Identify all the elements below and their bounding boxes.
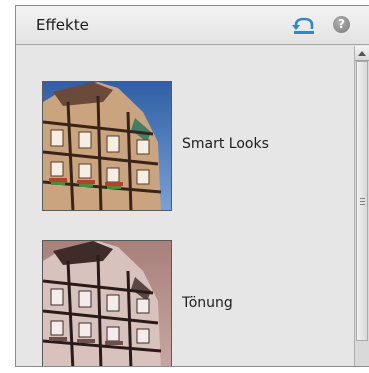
effects-list: Smart Looks Tönung bbox=[16, 46, 354, 366]
reset-arrow-icon bbox=[292, 17, 314, 34]
effect-label: Tönung bbox=[182, 295, 233, 311]
effects-panel: Effekte ? Smart Looks Tönung bbox=[15, 5, 369, 367]
grip-line bbox=[360, 198, 365, 199]
house-photo-icon bbox=[43, 82, 171, 210]
smart-looks-thumbnail bbox=[42, 81, 172, 211]
house-photo-tinted-icon bbox=[43, 241, 171, 366]
help-button[interactable]: ? bbox=[333, 16, 350, 33]
panel-title: Effekte bbox=[36, 16, 89, 34]
scroll-thumb[interactable] bbox=[356, 61, 368, 341]
effect-label: Smart Looks bbox=[182, 136, 269, 152]
grip-line bbox=[360, 201, 365, 202]
effect-item-toenung[interactable]: Tönung bbox=[42, 240, 362, 366]
panel-header: Effekte ? bbox=[16, 6, 369, 45]
vertical-scrollbar[interactable] bbox=[354, 46, 369, 366]
grip-line bbox=[360, 204, 365, 205]
effect-item-smart-looks[interactable]: Smart Looks bbox=[42, 81, 362, 213]
scroll-up-arrow-icon[interactable] bbox=[355, 46, 369, 61]
toenung-thumbnail bbox=[42, 240, 172, 366]
question-mark-icon: ? bbox=[338, 17, 345, 31]
reset-button[interactable] bbox=[292, 15, 316, 37]
